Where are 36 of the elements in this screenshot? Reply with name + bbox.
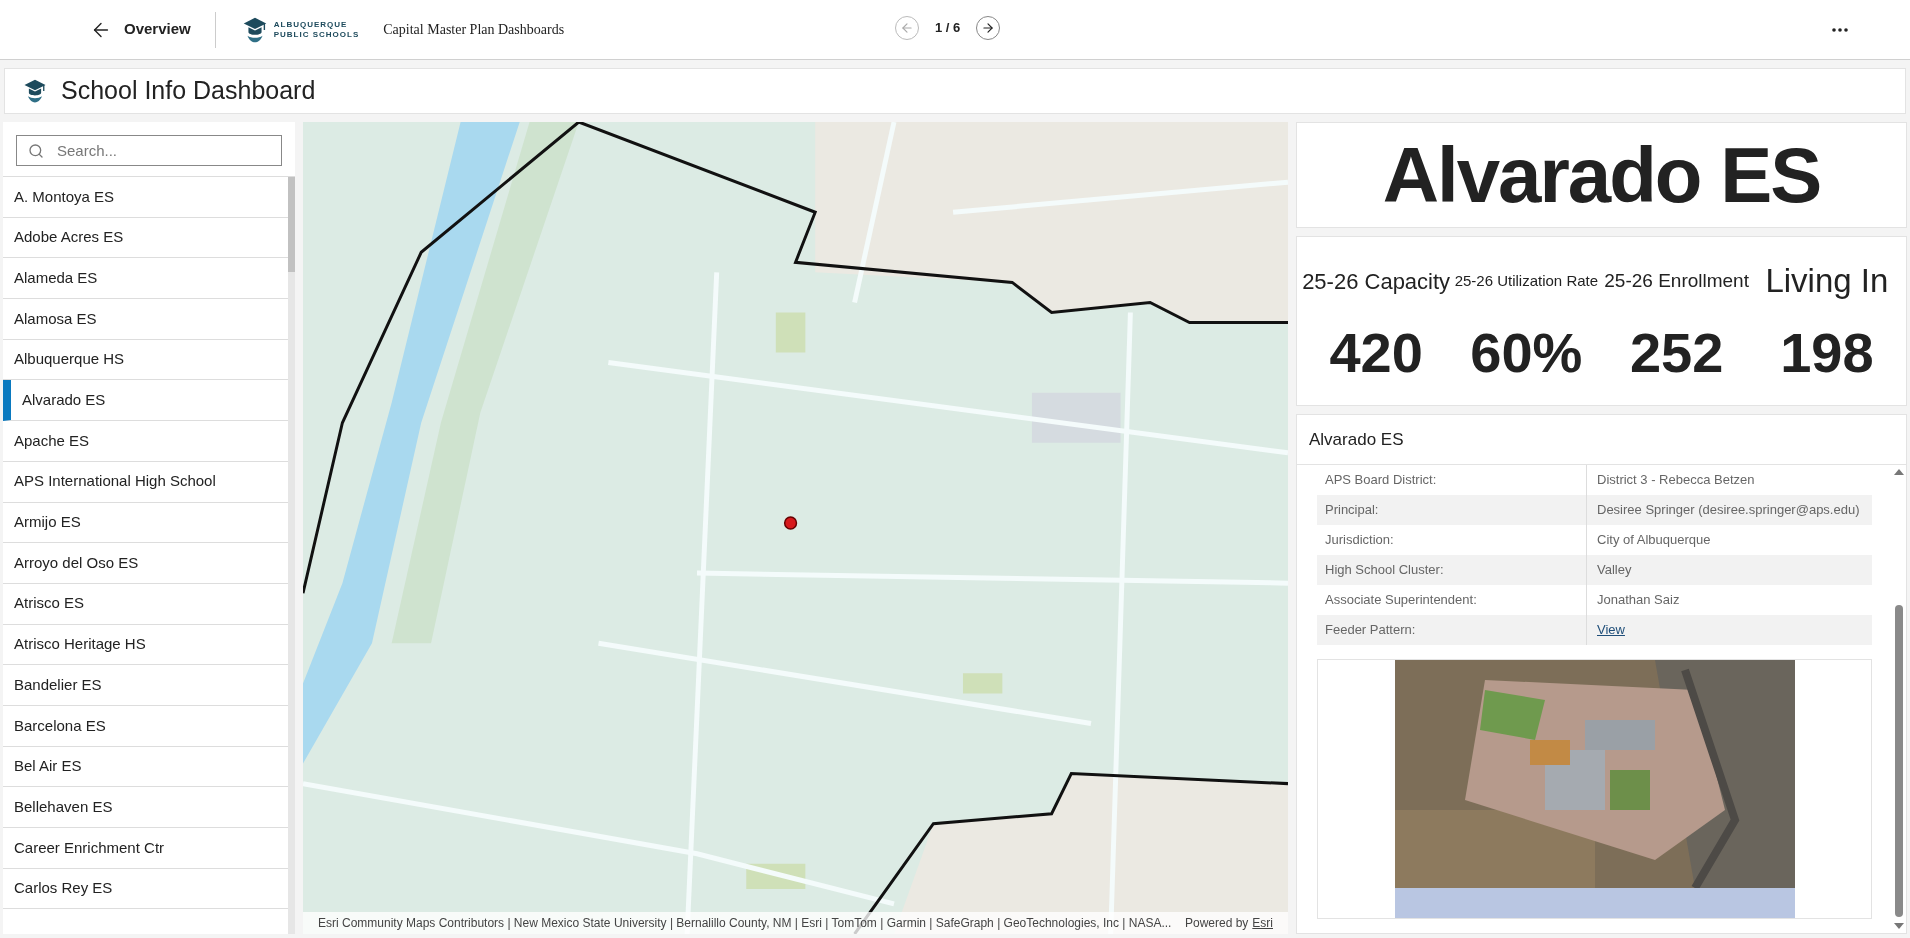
stat-value: 252: [1629, 325, 1724, 381]
details-title: Alvarado ES: [1309, 428, 1404, 451]
left-arrow-icon: [900, 21, 914, 35]
search-icon: [28, 143, 44, 159]
stat-label: 25-26 Capacity: [1302, 267, 1451, 296]
stat-value: 60%: [1470, 325, 1583, 381]
field-label: High School Cluster:: [1317, 555, 1587, 585]
stat-value: 420: [1329, 325, 1423, 381]
field-value: District 3 - Rebecca Betzen: [1596, 471, 1756, 490]
more-button[interactable]: [1832, 27, 1848, 32]
stat-label: Living In: [1765, 261, 1889, 302]
field-value: Desiree Springer (desiree.springer@aps.edu): [1596, 501, 1861, 520]
stat-label: 25-26 Enrollment: [1604, 268, 1749, 293]
esri-link[interactable]: Esri: [1252, 914, 1273, 932]
more-icon: [1832, 27, 1848, 32]
right-arrow-icon: [981, 21, 996, 35]
search-field[interactable]: Search...: [16, 135, 282, 166]
field-label: Feeder Pattern:: [1317, 615, 1587, 645]
field-value: Valley: [1596, 561, 1633, 580]
app-title: Capital Master Plan Dashboards: [383, 21, 565, 39]
dashboard-title: School Info Dashboard: [61, 75, 316, 107]
back-button[interactable]: Overview: [90, 18, 191, 41]
map[interactable]: Esri Community Maps Contributors | New Mexico State University | Bernalillo County, NM | Esri | TomTom | Garmin | SafeGraph | GeoTechnologies, Inc | NASA... Powered by Esri: [303, 122, 1288, 934]
scrollbar[interactable]: [288, 177, 295, 934]
page-counter: 1 / 6: [935, 19, 961, 38]
school-name: Alvarado ES: [1382, 129, 1821, 221]
logo-text: ALBUQUERQUE: [273, 19, 349, 30]
field-label: Principal:: [1317, 495, 1587, 525]
logo-text: PUBLIC SCHOOLS: [273, 29, 360, 40]
powered-by-text: Powered by: [1184, 915, 1249, 932]
feeder-pattern-link[interactable]: View: [1587, 620, 1635, 640]
map-attribution: Esri Community Maps Contributors | New Mexico State University | Bernalillo County, NM | Esri | TomTom | Garmin | SafeGraph | GeoTechnologies, Inc | NASA...: [318, 915, 1172, 932]
field-value: City of Albuquerque: [1596, 531, 1712, 550]
stat-value: 198: [1780, 325, 1874, 381]
stat-label: 25-26 Utilization Rate: [1454, 270, 1599, 291]
field-value: Jonathan Saiz: [1596, 591, 1681, 610]
